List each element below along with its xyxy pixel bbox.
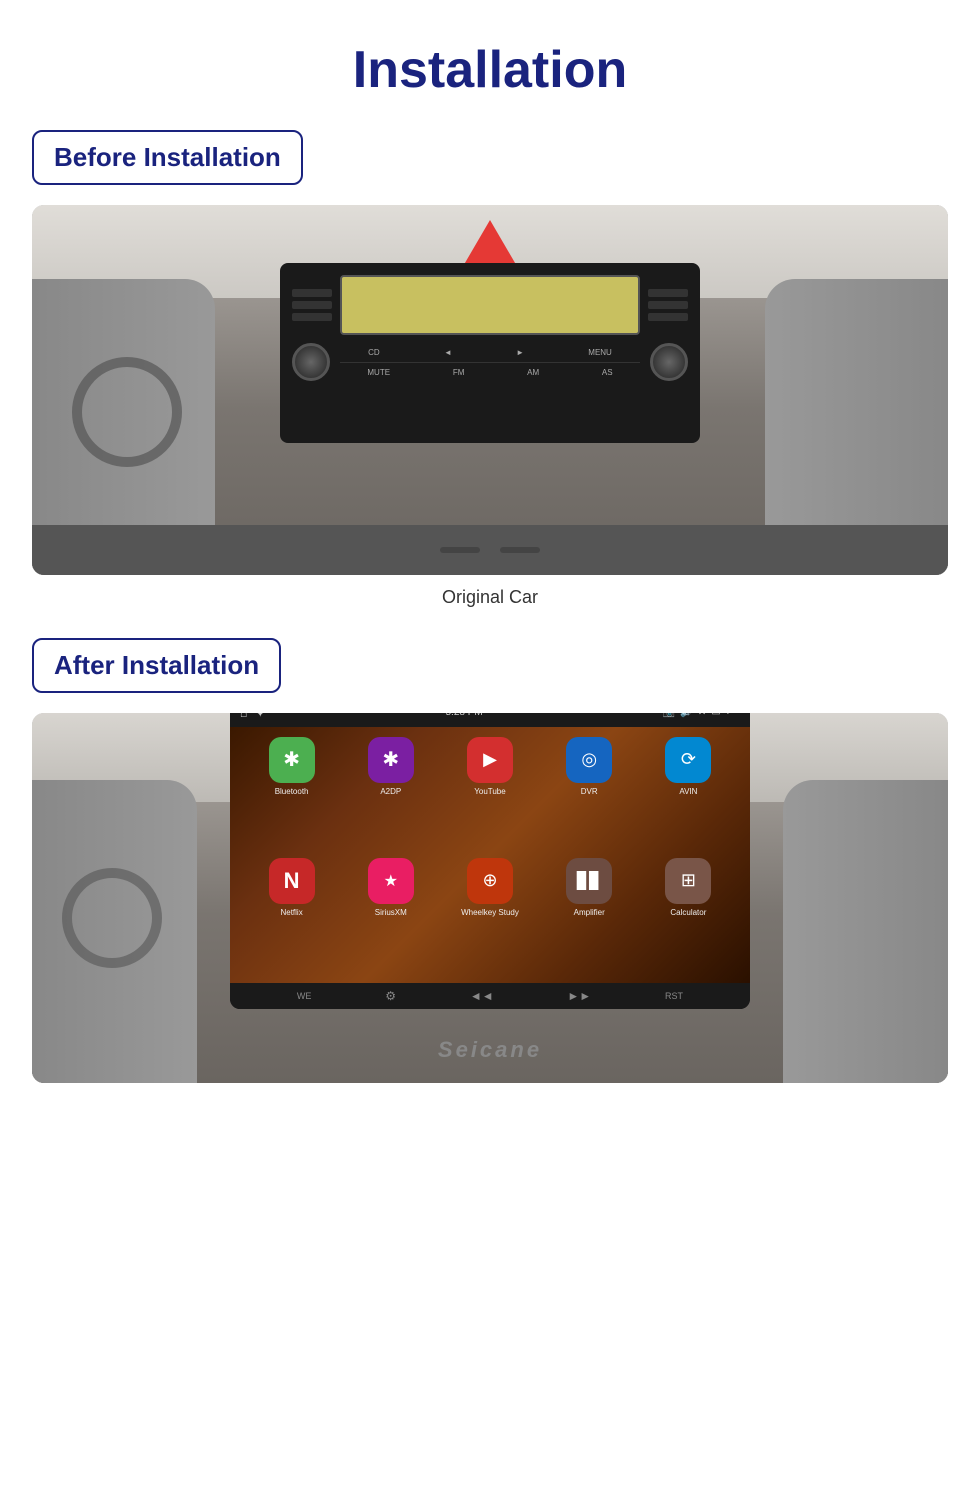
nav-back[interactable]: ◄◄ bbox=[470, 989, 494, 1003]
before-installation-badge: Before Installation bbox=[32, 130, 303, 185]
app-avin[interactable]: ⟳ AVIN bbox=[642, 737, 735, 852]
page-title: Installation bbox=[0, 20, 980, 100]
status-time: 5:28 PM bbox=[445, 713, 482, 718]
app-bluetooth[interactable]: ✱ Bluetooth bbox=[245, 737, 338, 852]
after-installation-label: After Installation bbox=[54, 650, 259, 681]
nav-rst[interactable]: RST bbox=[665, 991, 683, 1001]
app-wheelkey[interactable]: ⊕ Wheelkey Study bbox=[443, 858, 536, 973]
seicane-logo: Seicane bbox=[438, 1037, 542, 1063]
after-installation-image: ⌂ ✦ 5:28 PM 📷 🔊 ✕ ▭ ⟵ ✱ Bluetooth bbox=[32, 713, 948, 1083]
before-installation-caption: Original Car bbox=[0, 587, 980, 608]
app-youtube[interactable]: ▶ YouTube bbox=[443, 737, 536, 852]
app-netflix[interactable]: N Netflix bbox=[245, 858, 338, 973]
app-dvr[interactable]: ◎ DVR bbox=[543, 737, 636, 852]
nav-we[interactable]: WE bbox=[297, 991, 312, 1001]
app-a2dp[interactable]: ✱ A2DP bbox=[344, 737, 437, 852]
before-installation-label: Before Installation bbox=[54, 142, 281, 173]
nav-forward[interactable]: ►► bbox=[567, 989, 591, 1003]
app-amplifier[interactable]: ▊▊ Amplifier bbox=[543, 858, 636, 973]
after-installation-badge: After Installation bbox=[32, 638, 281, 693]
app-siriusxm[interactable]: ★ SiriusXM bbox=[344, 858, 437, 973]
before-installation-image: CD ◄ ► MENU MUTE FM AM AS bbox=[32, 205, 948, 575]
nav-settings[interactable]: ⚙ bbox=[385, 989, 396, 1003]
app-calculator[interactable]: ⊞ Calculator bbox=[642, 858, 735, 973]
